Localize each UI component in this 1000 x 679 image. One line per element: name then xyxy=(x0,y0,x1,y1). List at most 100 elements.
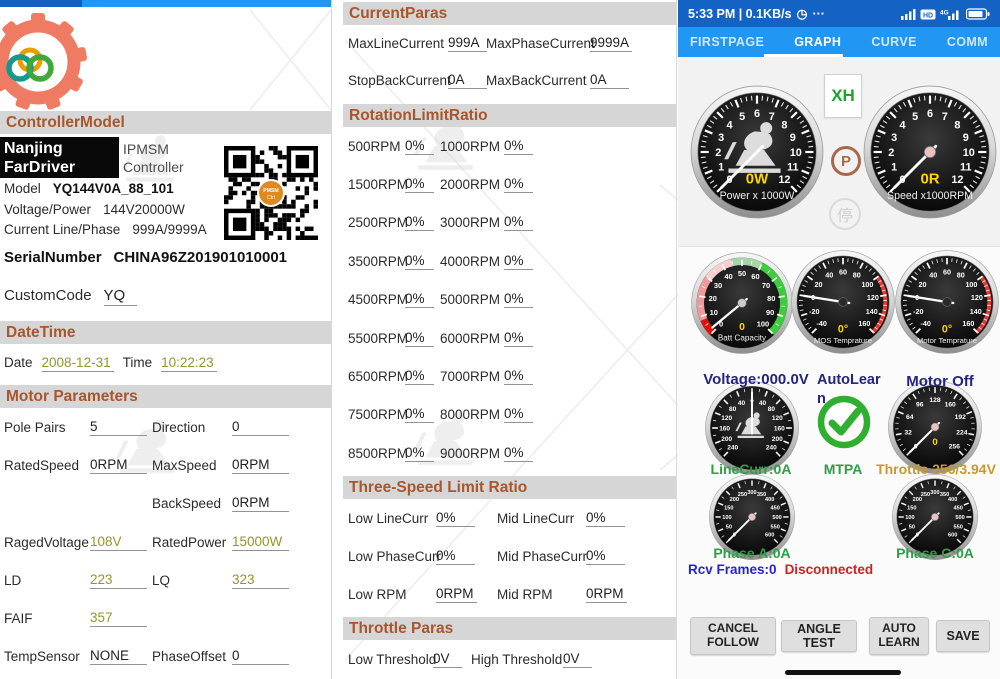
stop-icon[interactable]: 停 xyxy=(829,198,861,230)
svg-text:160: 160 xyxy=(945,402,956,409)
action-button[interactable]: SAVE xyxy=(936,620,990,652)
param-value[interactable]: 0A xyxy=(590,72,629,89)
connection-status: Rcv Frames:0 Disconnected xyxy=(688,562,873,577)
section-three-speed: Three-Speed Limit Ratio xyxy=(343,476,676,499)
tab[interactable]: FIRSTPAGE xyxy=(690,35,764,49)
param-value[interactable]: 0% xyxy=(405,138,434,155)
status-time: 5:33 PM | 0.1KB/s xyxy=(688,7,792,21)
param-value[interactable]: 0% xyxy=(504,330,533,347)
battery-capacity-gauge: 01020304050607080901000Batt Capacity xyxy=(690,251,794,360)
param-value[interactable]: 15000W xyxy=(232,534,289,551)
param-value[interactable]: 9999A xyxy=(590,35,632,52)
param-value[interactable]: 0% xyxy=(586,510,625,527)
svg-text:200: 200 xyxy=(721,436,732,443)
date-value[interactable]: 2008-12-31 xyxy=(42,355,114,372)
param-value[interactable]: 0% xyxy=(436,510,475,527)
param-label: MaxBackCurrent xyxy=(486,73,590,88)
svg-text:7: 7 xyxy=(769,111,775,123)
param-value[interactable]: 0 xyxy=(232,419,289,436)
param-value[interactable]: 0% xyxy=(405,253,434,270)
svg-text:224: 224 xyxy=(956,430,967,437)
param-label: Low PhaseCurr xyxy=(348,549,436,564)
param-value[interactable]: 0V xyxy=(563,651,592,668)
param-value[interactable]: 0% xyxy=(405,445,434,462)
section-datetime: DateTime xyxy=(0,321,331,344)
param-value[interactable]: 223 xyxy=(90,572,147,589)
param-value[interactable]: 0RPM xyxy=(232,495,289,512)
param-value[interactable]: 0% xyxy=(586,548,625,565)
param-value[interactable] xyxy=(90,503,147,504)
custom-code-value[interactable]: YQ xyxy=(104,287,137,306)
param-value[interactable] xyxy=(232,618,289,619)
param-value[interactable]: 0RPM xyxy=(586,586,627,603)
param-value[interactable]: 0V xyxy=(433,651,462,668)
svg-text:80: 80 xyxy=(729,406,737,413)
signal-icon xyxy=(901,8,916,20)
param-value[interactable]: 0% xyxy=(405,291,434,308)
param-value[interactable]: 0 xyxy=(232,648,289,665)
section-rotation-limit: RotationLimitRatio xyxy=(343,104,676,127)
param-label: 2500RPM xyxy=(348,215,405,230)
svg-text:192: 192 xyxy=(955,414,966,421)
param-label: RatedSpeed xyxy=(4,458,90,473)
param-value[interactable]: 999A xyxy=(448,35,487,52)
tab[interactable]: GRAPH xyxy=(794,35,841,49)
param-label: RatedPower xyxy=(152,535,232,550)
param-value[interactable]: 0% xyxy=(504,291,533,308)
param-value[interactable]: 0% xyxy=(405,406,434,423)
param-row: Low PhaseCurr 0% Mid PhaseCurr 0% xyxy=(343,537,676,575)
phase-c-label: Phase C:0A xyxy=(875,545,995,561)
param-row: LD 223 LQ 323 xyxy=(0,561,331,599)
param-value[interactable]: 0% xyxy=(504,214,533,231)
svg-text:50: 50 xyxy=(909,525,915,531)
param-row: StopBackCurrent 0A MaxBackCurrent 0A xyxy=(343,62,676,99)
divider xyxy=(678,246,1000,247)
serial-number-row: SerialNumberCHINA96Z201901010001 xyxy=(4,249,287,266)
home-indicator[interactable] xyxy=(785,670,901,675)
param-value[interactable]: 0% xyxy=(504,406,533,423)
svg-text:550: 550 xyxy=(770,525,779,531)
svg-text:300: 300 xyxy=(747,490,756,496)
action-button[interactable]: CANCEL FOLLOW xyxy=(690,617,776,655)
param-value[interactable]: 5 xyxy=(90,419,147,436)
parking-icon[interactable]: P xyxy=(831,146,861,176)
svg-text:0°: 0° xyxy=(942,324,952,336)
param-value[interactable]: 357 xyxy=(90,610,147,627)
svg-text:5: 5 xyxy=(739,111,745,123)
param-label: FAIF xyxy=(4,611,90,626)
param-value[interactable]: 0% xyxy=(436,548,475,565)
tab[interactable]: CURVE xyxy=(871,35,917,49)
action-button[interactable]: ANGLE TEST xyxy=(781,620,857,652)
param-value[interactable]: 0RPM xyxy=(436,586,477,603)
param-value[interactable]: 0A xyxy=(448,72,487,89)
action-button[interactable]: AUTO LEARN xyxy=(869,617,929,655)
param-value[interactable]: NONE xyxy=(90,648,147,665)
svg-text:7: 7 xyxy=(942,111,948,123)
svg-text:450: 450 xyxy=(770,505,779,511)
param-value[interactable]: 0% xyxy=(504,176,533,193)
time-value[interactable]: 10:22:23 xyxy=(161,355,217,372)
svg-text:60: 60 xyxy=(751,272,759,281)
tab[interactable]: COMM xyxy=(947,35,988,49)
param-value[interactable]: 0% xyxy=(405,176,434,193)
svg-text:64: 64 xyxy=(906,414,914,421)
svg-text:11: 11 xyxy=(787,162,799,174)
param-row: RagedVoltage 108V RatedPower 15000W xyxy=(0,523,331,561)
param-value[interactable]: 0RPM xyxy=(90,457,147,474)
param-value[interactable]: 0% xyxy=(405,368,434,385)
param-value[interactable]: 0% xyxy=(504,368,533,385)
svg-text:90: 90 xyxy=(766,308,774,317)
svg-text:40: 40 xyxy=(929,271,937,280)
svg-text:96: 96 xyxy=(916,402,924,409)
param-value[interactable]: 323 xyxy=(232,572,289,589)
param-value[interactable]: 0% xyxy=(405,214,434,231)
param-value[interactable]: 0% xyxy=(405,330,434,347)
param-value[interactable]: 0% xyxy=(504,253,533,270)
section-controller-model: ControllerModel xyxy=(0,111,331,134)
param-value[interactable]: 108V xyxy=(90,534,147,551)
param-label: Low RPM xyxy=(348,587,436,602)
param-value[interactable]: 0% xyxy=(504,138,533,155)
param-value[interactable]: 0% xyxy=(504,445,533,462)
param-value[interactable]: 0RPM xyxy=(232,457,289,474)
param-row: 2500RPM 0% 3000RPM 0% xyxy=(343,204,676,242)
